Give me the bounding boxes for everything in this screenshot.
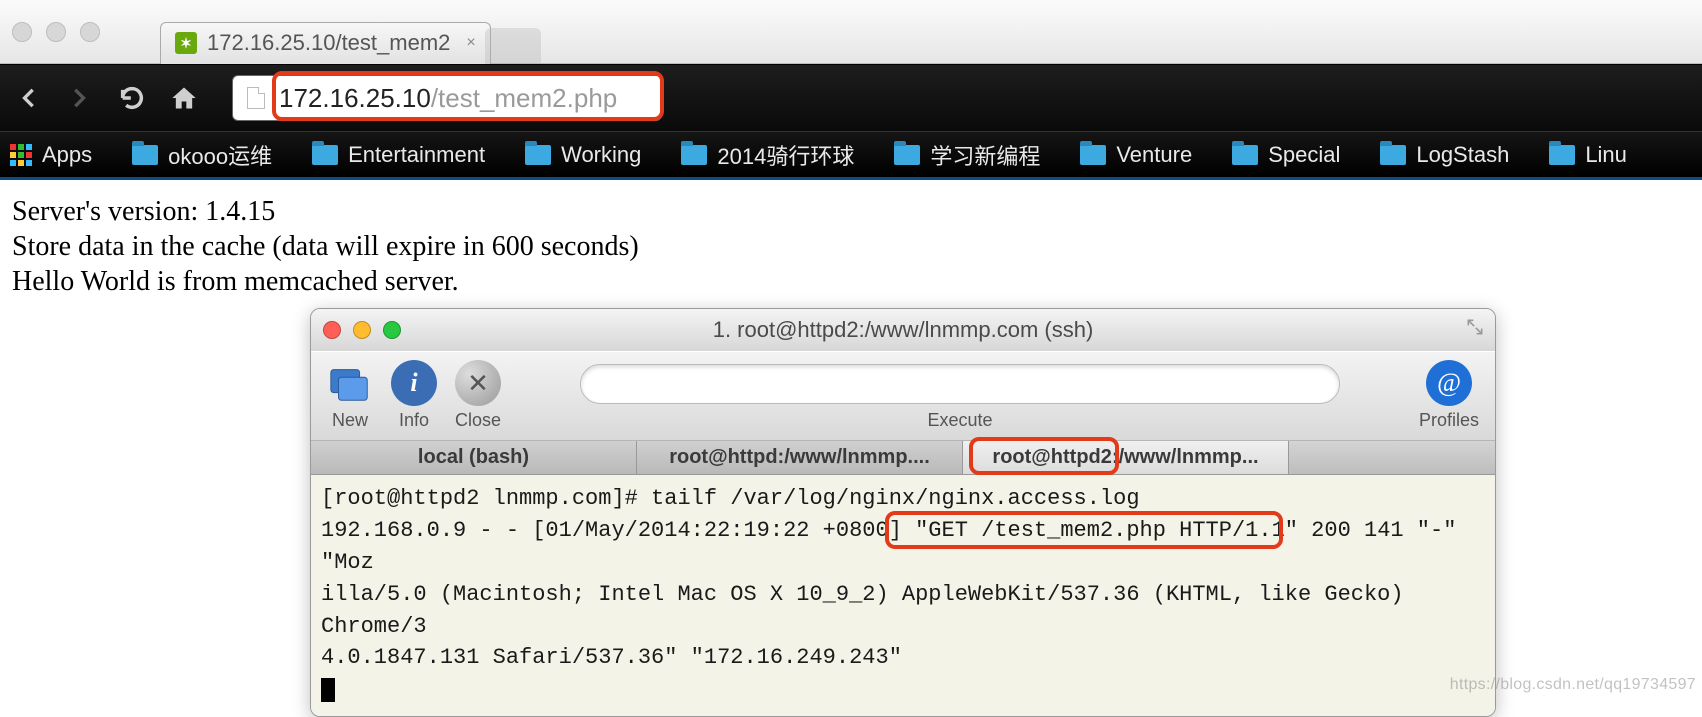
bookmark-label: 2014骑行环球 xyxy=(717,139,854,171)
folder-icon xyxy=(1080,145,1106,165)
terminal-cursor xyxy=(321,678,335,702)
terminal-toolbar: New i Info ✕ Close Execute @ Profiles xyxy=(311,351,1495,441)
terminal-tab-label-part: root@httpd2: xyxy=(992,446,1118,469)
favicon-icon: ✶ xyxy=(175,32,197,54)
execute-label: Execute xyxy=(927,410,992,431)
bookmark-item[interactable]: Working xyxy=(525,142,641,168)
forward-button[interactable] xyxy=(62,80,98,116)
bookmark-item[interactable]: Entertainment xyxy=(312,142,485,168)
tool-label: New xyxy=(332,410,368,431)
terminal-line: [root@httpd2 lnmmp.com]# tailf /var/log/… xyxy=(321,483,1485,515)
folder-icon xyxy=(132,145,158,165)
info-icon: i xyxy=(391,360,437,406)
folder-icon xyxy=(312,145,338,165)
back-button[interactable] xyxy=(10,80,46,116)
page-line: Store data in the cache (data will expir… xyxy=(12,229,1690,264)
minimize-window-button[interactable] xyxy=(46,22,66,42)
apps-icon xyxy=(10,144,32,166)
browser-tab[interactable]: ✶ 172.16.25.10/test_mem2 × xyxy=(160,22,491,64)
bookmark-label: Linu xyxy=(1585,142,1627,168)
folder-icon xyxy=(1380,145,1406,165)
fullscreen-icon[interactable] xyxy=(1465,317,1485,342)
url-path: /test_mem2.php xyxy=(431,83,617,114)
info-button[interactable]: i Info xyxy=(391,360,437,431)
reload-button[interactable] xyxy=(114,80,150,116)
page-line: Server's version: 1.4.15 xyxy=(12,194,1690,229)
bookmark-label: LogStash xyxy=(1416,142,1509,168)
execute-input[interactable] xyxy=(580,364,1340,404)
terminal-tab[interactable]: local (bash) xyxy=(311,441,637,474)
bookmark-item[interactable]: Linu xyxy=(1549,142,1627,168)
traffic-lights xyxy=(12,22,100,42)
bookmark-label: okooo运维 xyxy=(168,139,272,171)
bookmark-label: Special xyxy=(1268,142,1340,168)
home-button[interactable] xyxy=(166,80,202,116)
tab-title: 172.16.25.10/test_mem2 xyxy=(207,30,450,56)
terminal-text: 192.168.0.9 - - [01/May/2014:22:19:22 +0… xyxy=(321,518,915,543)
page-icon xyxy=(247,87,265,109)
tab-close-button[interactable]: × xyxy=(466,34,475,52)
bookmark-item[interactable]: Venture xyxy=(1080,142,1192,168)
folder-icon xyxy=(525,145,551,165)
close-session-button[interactable]: ✕ Close xyxy=(455,360,501,431)
profiles-button[interactable]: @ Profiles xyxy=(1419,360,1479,431)
bookmark-label: 学习新编程 xyxy=(930,139,1040,171)
terminal-window: 1. root@httpd2:/www/lnmmp.com (ssh) New … xyxy=(310,308,1496,717)
terminal-body[interactable]: [root@httpd2 lnmmp.com]# tailf /var/log/… xyxy=(311,475,1495,716)
bookmark-item[interactable]: okooo运维 xyxy=(132,139,272,171)
apps-label: Apps xyxy=(42,142,92,168)
terminal-line: 4.0.1847.131 Safari/537.36" "172.16.249.… xyxy=(321,642,1485,674)
terminal-tab-label: root@httpd:/www/lnmmp.... xyxy=(669,446,930,469)
close-icon: ✕ xyxy=(455,360,501,406)
page-line: Hello World is from memcached server. xyxy=(12,264,1690,299)
terminal-titlebar[interactable]: 1. root@httpd2:/www/lnmmp.com (ssh) xyxy=(311,309,1495,351)
folder-icon xyxy=(1232,145,1258,165)
tool-label: Info xyxy=(399,410,429,431)
bookmark-label: Venture xyxy=(1116,142,1192,168)
tool-label: Close xyxy=(455,410,501,431)
new-tab-button[interactable] xyxy=(485,28,541,64)
bookmark-item[interactable]: LogStash xyxy=(1380,142,1509,168)
terminal-tab-label-part: /www/lnmmp... xyxy=(1119,446,1259,469)
bookmarks-bar: Apps okooo运维 Entertainment Working 2014骑… xyxy=(0,132,1702,180)
terminal-text-highlighted: "GET /test_mem2.php HTTP/1.1" xyxy=(915,518,1298,543)
watermark: https://blog.csdn.net/qq19734597 xyxy=(1450,676,1696,694)
terminal-title: 1. root@httpd2:/www/lnmmp.com (ssh) xyxy=(311,317,1495,343)
window-titlebar: ✶ 172.16.25.10/test_mem2 × xyxy=(0,0,1702,64)
bookmark-item[interactable]: Special xyxy=(1232,142,1340,168)
nav-toolbar: 172.16.25.10/test_mem2.php xyxy=(0,64,1702,132)
bookmark-item[interactable]: 2014骑行环球 xyxy=(681,139,854,171)
terminal-line: illa/5.0 (Macintosh; Intel Mac OS X 10_9… xyxy=(321,579,1485,643)
new-session-button[interactable]: New xyxy=(327,360,373,431)
terminal-tab-active[interactable]: root@httpd2:/www/lnmmp... xyxy=(963,441,1289,474)
new-session-icon xyxy=(327,360,373,406)
zoom-window-button[interactable] xyxy=(80,22,100,42)
terminal-tab-label: local (bash) xyxy=(418,446,529,469)
folder-icon xyxy=(681,145,707,165)
apps-button[interactable]: Apps xyxy=(10,142,92,168)
close-window-button[interactable] xyxy=(12,22,32,42)
page-content: Server's version: 1.4.15 Store data in t… xyxy=(0,180,1702,313)
terminal-tabs: local (bash) root@httpd:/www/lnmmp.... r… xyxy=(311,441,1495,475)
profiles-icon: @ xyxy=(1426,360,1472,406)
address-bar[interactable]: 172.16.25.10/test_mem2.php xyxy=(232,75,662,121)
url-host: 172.16.25.10 xyxy=(279,83,431,114)
bookmark-label: Entertainment xyxy=(348,142,485,168)
folder-icon xyxy=(894,145,920,165)
tool-label: Profiles xyxy=(1419,410,1479,431)
terminal-line: 192.168.0.9 - - [01/May/2014:22:19:22 +0… xyxy=(321,515,1485,579)
bookmark-label: Working xyxy=(561,142,641,168)
bookmark-item[interactable]: 学习新编程 xyxy=(894,139,1040,171)
folder-icon xyxy=(1549,145,1575,165)
terminal-tab[interactable]: root@httpd:/www/lnmmp.... xyxy=(637,441,963,474)
